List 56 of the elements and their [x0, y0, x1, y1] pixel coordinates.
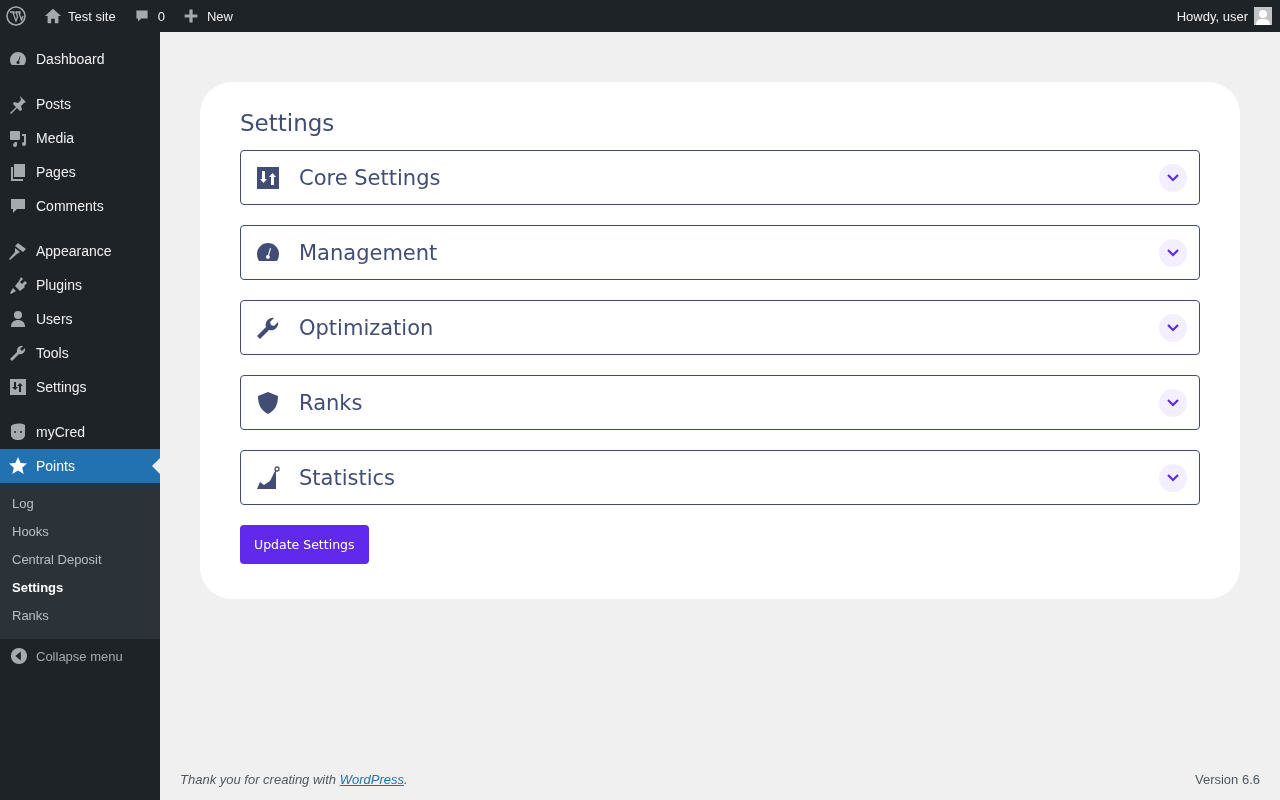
face-icon: [8, 422, 28, 442]
submenu-item[interactable]: Central Deposit: [0, 546, 114, 574]
accordion-header[interactable]: Optimization: [241, 301, 1199, 354]
collapse-menu-button[interactable]: Collapse menu: [0, 639, 160, 673]
greeting-link[interactable]: Howdy, user: [1176, 8, 1248, 24]
sidebar-item[interactable]: Settings: [0, 370, 160, 404]
shield-icon: [256, 390, 280, 415]
plus-icon[interactable]: [182, 8, 199, 24]
wordpress-logo-icon[interactable]: [6, 6, 26, 26]
chart-icon: [256, 465, 280, 490]
wrench-icon: [8, 343, 28, 363]
plug-icon: [8, 275, 28, 295]
sidebar-item[interactable]: Appearance: [0, 234, 160, 268]
wordpress-link[interactable]: WordPress: [339, 772, 404, 787]
accordion-header[interactable]: Core Settings: [241, 151, 1199, 204]
brush-icon: [8, 241, 28, 261]
sidebar-item[interactable]: Media: [0, 121, 160, 155]
sidebar-item[interactable]: Tools: [0, 336, 160, 370]
sidebar-item[interactable]: Pages: [0, 155, 160, 189]
settings-title: Settings: [240, 110, 336, 136]
footer-credit-text: Thank you for creating with WordPress.: [180, 772, 408, 787]
new-link[interactable]: New: [206, 8, 233, 24]
submenu-item[interactable]: Settings: [0, 574, 76, 602]
sidebar-item[interactable]: Posts: [0, 87, 160, 121]
sidebar-item[interactable]: Comments: [0, 189, 160, 223]
accordion-header[interactable]: Management: [241, 226, 1199, 279]
chevron-icon: [1159, 313, 1187, 342]
sliders-icon: [8, 377, 28, 397]
user-icon: [8, 309, 28, 329]
sidebar-item[interactable]: Points: [0, 449, 160, 483]
pages-icon: [8, 162, 28, 182]
star-icon: [8, 456, 28, 476]
comments-count[interactable]: 0: [157, 8, 165, 24]
site-name-link[interactable]: Test site: [68, 8, 116, 24]
submenu-item[interactable]: Ranks: [0, 602, 61, 630]
pushpin-icon: [8, 94, 28, 114]
accordion-header[interactable]: Ranks: [241, 376, 1199, 429]
chevron-icon: [1159, 463, 1187, 492]
wrench-icon: [256, 315, 280, 340]
sidebar-item[interactable]: Dashboard: [0, 42, 160, 76]
sliders-icon: [256, 165, 280, 190]
home-icon[interactable]: [44, 7, 62, 25]
chevron-icon: [1159, 163, 1187, 192]
submenu-item[interactable]: Hooks: [0, 518, 61, 546]
submenu-item[interactable]: Log: [0, 490, 46, 518]
sidebar-item[interactable]: Users: [0, 302, 160, 336]
chevron-icon: [1159, 388, 1187, 417]
update-settings-button[interactable]: Update Settings: [240, 525, 369, 564]
comment-icon[interactable]: [133, 8, 150, 24]
accordion-header[interactable]: Statistics: [241, 451, 1199, 504]
version-text: Version 6.6: [1194, 772, 1260, 787]
chevron-icon: [1159, 238, 1187, 267]
sidebar-item[interactable]: Plugins: [0, 268, 160, 302]
media-icon: [8, 128, 28, 148]
sidebar-item[interactable]: myCred: [0, 415, 160, 449]
comment-icon: [8, 196, 28, 216]
